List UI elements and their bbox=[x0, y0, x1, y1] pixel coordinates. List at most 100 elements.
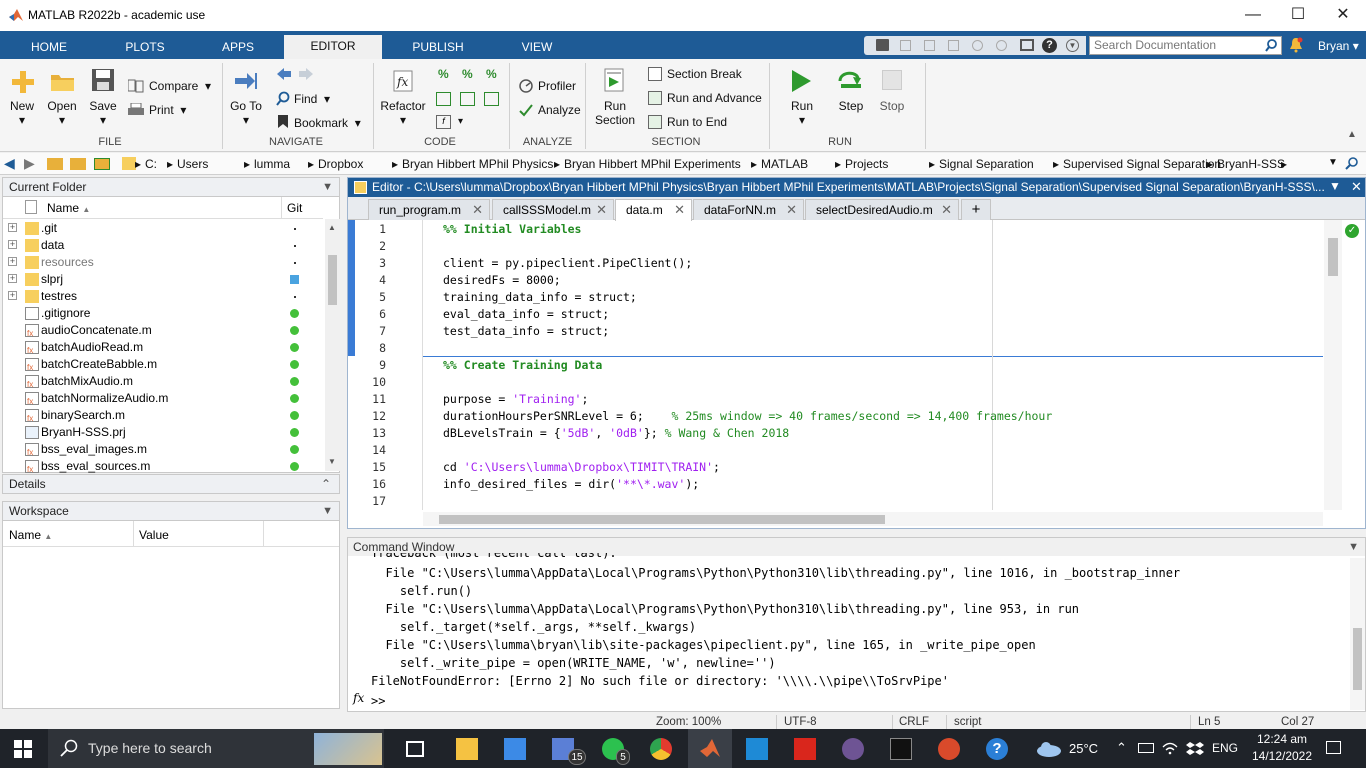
editor-hscroll-thumb[interactable] bbox=[439, 515, 885, 524]
switch-windows-icon[interactable] bbox=[1020, 39, 1034, 51]
tab-editor[interactable]: EDITOR bbox=[284, 35, 382, 59]
list-item[interactable]: fx batchMixAudio.m bbox=[3, 373, 323, 390]
code-line[interactable]: test_data_info = struct; bbox=[443, 324, 609, 338]
editor-tab-data[interactable]: data.m ✕ bbox=[615, 199, 692, 221]
notification-bell-icon[interactable] bbox=[1289, 37, 1303, 53]
expand-icon[interactable]: + bbox=[8, 223, 17, 232]
section-break-button[interactable]: Section Break bbox=[667, 67, 742, 81]
command-scroll-thumb[interactable] bbox=[1353, 628, 1362, 690]
new-button[interactable]: New ▾ bbox=[4, 99, 40, 127]
editor-tab-datafornn[interactable]: dataForNN.m ✕ bbox=[693, 199, 804, 220]
profiler-button[interactable]: Profiler bbox=[538, 79, 576, 93]
command-window[interactable]: Command Window ▼ Traceback (most recent … bbox=[347, 537, 1366, 712]
list-item[interactable]: fx bss_eval_images.m bbox=[3, 441, 323, 458]
breadcrumb-item[interactable]: Users bbox=[177, 157, 208, 171]
code-line[interactable]: client = py.pipeclient.PipeClient(); bbox=[443, 256, 692, 270]
tab-view[interactable]: VIEW bbox=[510, 36, 564, 59]
run-and-advance-button[interactable]: Run and Advance bbox=[667, 91, 762, 105]
open-button[interactable]: Open ▾ bbox=[44, 99, 80, 127]
list-item[interactable]: fx batchAudioRead.m bbox=[3, 339, 323, 356]
remote-desktop-icon[interactable] bbox=[746, 738, 768, 760]
run-section-button[interactable]: Run Section bbox=[590, 99, 640, 127]
command-window-options-icon[interactable]: ▼ bbox=[1348, 538, 1359, 556]
list-item[interactable]: .gitignore bbox=[3, 305, 323, 322]
help-app-icon[interactable]: ? bbox=[986, 738, 1008, 760]
editor-hscrollbar[interactable] bbox=[423, 512, 1323, 526]
cut-icon[interactable] bbox=[900, 40, 911, 51]
breadcrumb-item[interactable]: Projects bbox=[845, 157, 888, 171]
back-arrow-icon[interactable] bbox=[276, 67, 292, 81]
comment-icon[interactable]: % bbox=[438, 67, 449, 81]
breadcrumb-item[interactable]: lumma bbox=[254, 157, 290, 171]
expand-icon[interactable]: + bbox=[8, 240, 17, 249]
code-line[interactable]: %% Initial Variables bbox=[443, 222, 581, 236]
list-item[interactable]: + data bbox=[3, 237, 323, 254]
search-icon[interactable] bbox=[1265, 39, 1278, 52]
run-button[interactable]: Run ▾ bbox=[784, 99, 820, 127]
list-item[interactable]: fx batchCreateBabble.m bbox=[3, 356, 323, 373]
wrap-comments-icon[interactable]: % bbox=[486, 67, 497, 81]
dropbox-icon[interactable] bbox=[1186, 741, 1204, 757]
undo-icon[interactable] bbox=[972, 40, 983, 51]
task-view-icon[interactable] bbox=[406, 741, 424, 757]
scrollbar-thumb[interactable] bbox=[328, 255, 337, 305]
list-item[interactable]: fx batchNormalizeAudio.m bbox=[3, 390, 323, 407]
notifications-icon[interactable] bbox=[1326, 741, 1341, 754]
chrome-icon[interactable] bbox=[650, 738, 672, 760]
expand-icon[interactable]: + bbox=[8, 291, 17, 300]
user-menu[interactable]: Bryan ▾ bbox=[1318, 39, 1359, 53]
breadcrumb-item[interactable]: Dropbox bbox=[318, 157, 363, 171]
terminal-icon[interactable] bbox=[890, 738, 912, 760]
name-column-header[interactable]: Name ▲ bbox=[47, 201, 90, 215]
function-hints-icon[interactable]: f bbox=[436, 115, 451, 129]
list-item[interactable]: + testres bbox=[3, 288, 323, 305]
editor-options-icon[interactable]: ▼ bbox=[1329, 179, 1341, 193]
workspace-table[interactable]: Name ▲ Value bbox=[2, 521, 340, 709]
breadcrumb-item[interactable]: BryanH-SSS bbox=[1217, 157, 1285, 171]
breadcrumb-item[interactable]: Supervised Signal Separation bbox=[1063, 157, 1221, 171]
breadcrumb-item[interactable]: MATLAB bbox=[761, 157, 808, 171]
editor-tab-selectdesiredaudio[interactable]: selectDesiredAudio.m ✕ bbox=[805, 199, 959, 220]
code-line[interactable]: purpose = 'Training'; bbox=[443, 392, 588, 406]
code-line[interactable]: dBLevelsTrain = {'5dB', '0dB'}; % Wang &… bbox=[443, 426, 789, 440]
panel-options-icon[interactable]: ▼ bbox=[322, 178, 333, 196]
code-line[interactable]: cd 'C:\Users\lumma\Dropbox\TIMIT\TRAIN'; bbox=[443, 460, 720, 474]
close-tab-icon[interactable]: ✕ bbox=[472, 200, 483, 220]
language-indicator[interactable]: ENG bbox=[1212, 741, 1238, 755]
expand-icon[interactable]: + bbox=[8, 274, 17, 283]
list-item[interactable]: + slprj bbox=[3, 271, 323, 288]
go-to-button[interactable]: Go To ▾ bbox=[228, 99, 264, 127]
chevron-down-icon[interactable]: ▼ bbox=[1066, 39, 1079, 52]
close-button[interactable]: ✕ bbox=[1328, 4, 1358, 26]
clock-time[interactable]: 12:24 am bbox=[1252, 732, 1312, 746]
code-analyzer-ok-icon[interactable]: ✓ bbox=[1345, 224, 1359, 238]
close-tab-icon[interactable]: ✕ bbox=[941, 200, 952, 220]
list-item[interactable]: + .git bbox=[3, 220, 323, 237]
maximize-button[interactable]: ☐ bbox=[1283, 4, 1313, 26]
forward-arrow-icon[interactable] bbox=[298, 67, 314, 81]
command-prompt[interactable]: >> bbox=[371, 694, 385, 708]
list-item[interactable]: fx audioConcatenate.m bbox=[3, 322, 323, 339]
refresh-folder-icon[interactable] bbox=[94, 158, 110, 170]
details-header[interactable]: Details ⌃ bbox=[2, 474, 340, 494]
back-icon[interactable]: ◀ bbox=[4, 155, 15, 172]
ws-name-column-header[interactable]: Name ▲ bbox=[9, 528, 52, 542]
details-collapse-icon[interactable]: ⌃ bbox=[321, 475, 331, 493]
clock-date[interactable]: 14/12/2022 bbox=[1250, 749, 1314, 763]
help-icon[interactable]: ? bbox=[1042, 38, 1057, 53]
scroll-up-icon[interactable]: ▲ bbox=[328, 223, 336, 232]
git-column-header[interactable]: Git bbox=[287, 201, 302, 215]
code-line[interactable]: %% Create Training Data bbox=[443, 358, 602, 372]
close-tab-icon[interactable]: ✕ bbox=[786, 200, 797, 220]
print-button[interactable]: Print ▾ bbox=[149, 103, 186, 117]
acrobat-icon[interactable] bbox=[794, 738, 816, 760]
refactor-button[interactable]: Refactor ▾ bbox=[378, 99, 428, 127]
tab-apps[interactable]: APPS bbox=[210, 36, 266, 59]
find-button[interactable]: Find ▾ bbox=[294, 92, 330, 106]
editor-close-icon[interactable]: ✕ bbox=[1351, 179, 1362, 195]
breadcrumb-item[interactable]: Bryan Hibbert MPhil Physics bbox=[402, 157, 553, 171]
code-line[interactable]: durationHoursPerSNRLevel = 6; % 25ms win… bbox=[443, 409, 1052, 423]
increase-indent-icon[interactable] bbox=[460, 92, 475, 106]
network-icon[interactable] bbox=[1138, 743, 1154, 753]
wifi-icon[interactable] bbox=[1162, 741, 1178, 755]
